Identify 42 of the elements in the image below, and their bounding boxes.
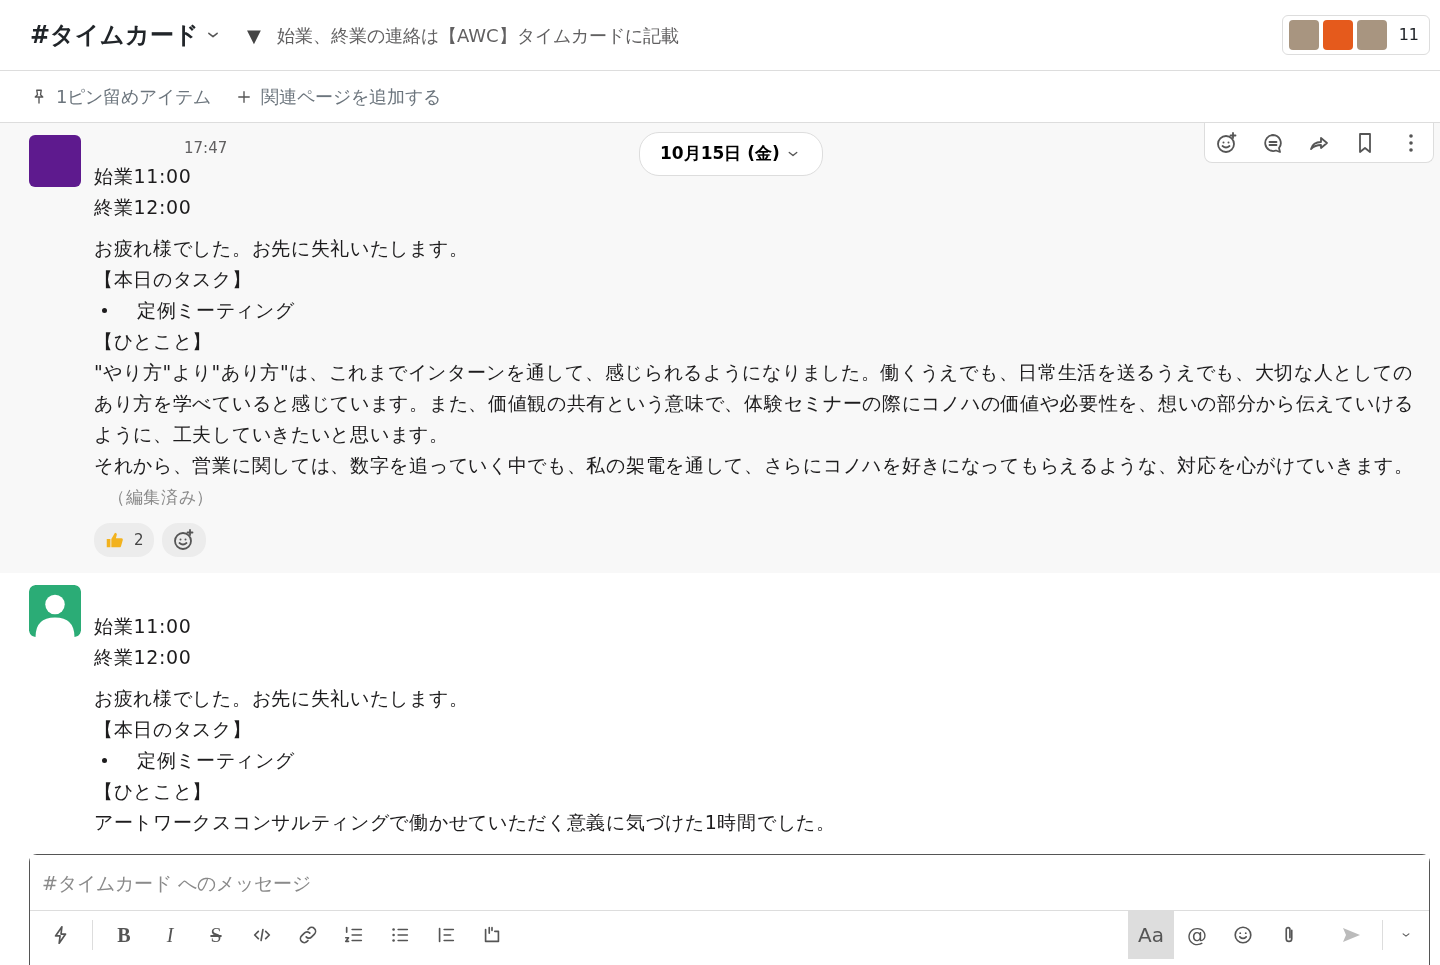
channel-topic: 始業、終業の連絡は【AWC】タイムカードに記載 <box>276 23 679 48</box>
message-text: お疲れ様でした。お先に失礼いたします。 <box>94 687 469 709</box>
bullet-dot <box>102 308 107 313</box>
message-composer[interactable]: #タイムカード へのメッセージ B I S Aa @ <box>29 854 1430 965</box>
reaction-button[interactable]: 2 <box>94 523 154 557</box>
message-text: 定例ミーティング <box>137 298 295 323</box>
channel-name-button[interactable]: #タイムカード <box>30 17 224 53</box>
message-text: "やり方"より"あり方"は、これまでインターンを通して、感じられるようになりました。働くうえでも、日常生活を送るうえでも、大切な人としてのあり方を学べていると感じています。また、価値観の共有という意味で、体験セミナーの際にコノハの価値や必要性を、想いの部分から伝えていけるように、工夫していきたいと思います。 <box>94 361 1414 445</box>
strike-button[interactable]: S <box>193 911 239 959</box>
message-text: 始業11:00 <box>94 615 192 637</box>
message-text: 【本日のタスク】 <box>94 718 252 740</box>
bullet-dot <box>102 758 107 763</box>
member-photo-placeholder <box>1288 20 1319 50</box>
add-reaction-button[interactable] <box>161 523 206 557</box>
message-text: 【本日のタスク】 <box>94 268 252 290</box>
link-icon <box>297 924 319 946</box>
message-text: それから、営業に関しては、数字を追っていく中でも、私の架電を通して、さらにコノハを好きになってもらえるような、対応を心がけていきます。 <box>94 454 1414 476</box>
bookmark-link[interactable]: 関連ページを追加する <box>235 83 442 110</box>
message-text: 終業12:00 <box>94 646 192 668</box>
message-text: 始業11:00 <box>94 165 192 187</box>
date-divider-button[interactable]: 10月15日 (金) <box>639 132 823 176</box>
message-text: お疲れ様でした。お先に失礼いたします。 <box>94 237 469 259</box>
message-text: 【ひとこと】 <box>94 330 213 352</box>
message-text: 【ひとこと】 <box>94 780 213 802</box>
add-reaction-icon[interactable] <box>1215 130 1239 155</box>
message-time[interactable]: 17:47 <box>184 139 228 157</box>
mention-button[interactable]: @ <box>1174 911 1220 959</box>
members-button[interactable]: 11 <box>1281 15 1430 55</box>
bookmark-link[interactable]: 1ピン留めアイテム <box>30 83 212 110</box>
message-input-field[interactable]: #タイムカード へのメッセージ <box>30 855 1429 911</box>
edited-label: （編集済み） <box>108 487 215 507</box>
member-photo-placeholder <box>1356 20 1387 50</box>
message-text: 終業12:00 <box>94 196 192 218</box>
message-text: 定例ミーティング <box>137 748 295 773</box>
emoji-icon <box>1232 924 1254 946</box>
topic-toggle[interactable]: ▼ <box>247 21 261 49</box>
bold-button[interactable]: B <box>101 911 147 959</box>
italic-button[interactable]: I <box>147 911 193 959</box>
add-reaction-icon <box>171 528 196 552</box>
member-photo-placeholder <box>1322 20 1353 50</box>
message-text: アートワークスコンサルティングで働かせていただく意義に気づけた1時間でした。 <box>94 811 836 833</box>
formatting-button[interactable]: Aa <box>1128 911 1174 959</box>
